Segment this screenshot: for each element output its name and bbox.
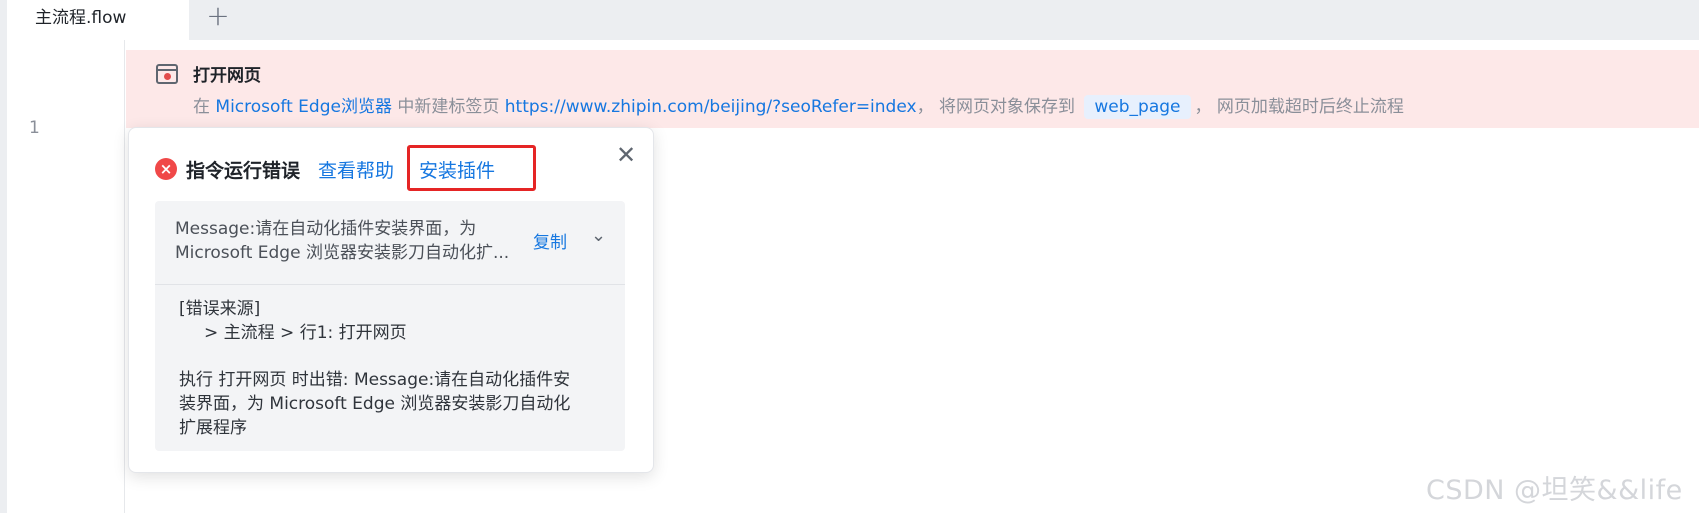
error-exec-line-3: 扩展程序 — [179, 418, 247, 438]
message-line-2: Microsoft Edge 浏览器安装影刀自动化扩... — [175, 243, 510, 263]
help-link[interactable]: 查看帮助 — [318, 156, 394, 183]
error-exec-line-1: 执行 打开网页 时出错: Message:请在自动化插件安 — [179, 370, 571, 390]
desc-suffix: ， 网页加载超时后终止流程 — [1194, 97, 1404, 117]
chevron-down-icon[interactable]: ⌄ — [591, 225, 606, 246]
browser-error-icon — [156, 64, 178, 84]
message-header[interactable]: Message:请在自动化插件安装界面，为 Microsoft Edge 浏览器… — [155, 201, 625, 285]
message-line-1: Message:请在自动化插件安装界面，为 — [175, 219, 477, 239]
desc-mid: 中新建标签页 — [391, 97, 505, 117]
step-description: 在 Microsoft Edge浏览器 中新建标签页 https://www.z… — [193, 92, 1404, 119]
error-circle-icon: × — [155, 158, 177, 180]
browser-param[interactable]: Microsoft Edge浏览器 — [215, 97, 392, 117]
error-title: 指令运行错误 — [186, 160, 301, 182]
error-message-box: Message:请在自动化插件安装界面，为 Microsoft Edge 浏览器… — [155, 201, 625, 451]
copy-button[interactable]: 复制 — [533, 228, 567, 253]
tab-main-flow[interactable]: 主流程.flow — [7, 0, 189, 40]
desc-sep: ， 将网页对象保存到 — [916, 97, 1081, 117]
watermark: CSDN @坦笑&&life — [1426, 475, 1683, 506]
variable-chip[interactable]: web_page — [1084, 95, 1191, 119]
plus-icon[interactable]: + — [203, 2, 233, 32]
line-number: 1 — [29, 118, 40, 138]
url-param[interactable]: https://www.zhipin.com/beijing/?seoRefer… — [505, 97, 917, 117]
close-icon[interactable]: ✕ — [613, 142, 639, 168]
tab-bar: 主流程.flow + — [7, 0, 1699, 40]
message-text: Message:请在自动化插件安装界面，为 Microsoft Edge 浏览器… — [175, 217, 515, 265]
step-title: 打开网页 — [193, 66, 261, 86]
flow-step-row[interactable]: 打开网页 在 Microsoft Edge浏览器 中新建标签页 https://… — [126, 50, 1699, 128]
install-plugin-link[interactable]: 安装插件 — [407, 145, 536, 191]
error-source-label: [错误来源] — [179, 299, 261, 319]
error-detail: [错误来源] > 主流程 > 行1: 打开网页 执行 打开网页 时出错: Mes… — [179, 297, 609, 440]
desc-prefix: 在 — [193, 97, 216, 117]
error-exec-line-2: 装界面，为 Microsoft Edge 浏览器安装影刀自动化 — [179, 394, 571, 414]
line-gutter: 1 — [7, 40, 125, 513]
error-source-path: > 主流程 > 行1: 打开网页 — [204, 323, 407, 343]
error-popup: × 指令运行错误 查看帮助 安装插件 ✕ Message:请在自动化插件安装界面… — [128, 127, 654, 473]
left-edge — [0, 0, 7, 513]
